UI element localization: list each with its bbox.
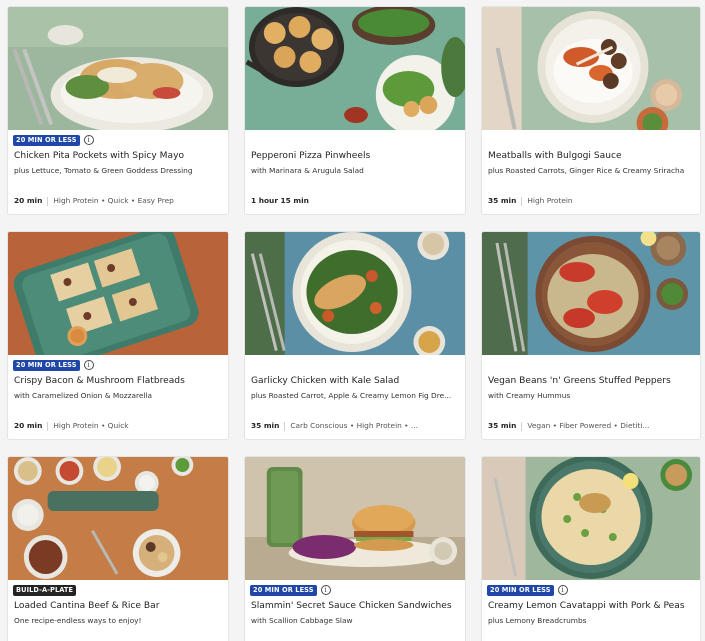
recipe-subtitle: with Creamy Hummus: [488, 391, 571, 400]
recipe-photo: [245, 232, 465, 355]
recipe-info: 20 MIN OR LESS i Creamy Lemon Cavatappi …: [482, 580, 700, 641]
recipe-card[interactable]: 20 MIN OR LESS i Slammin' Secret Sauce C…: [244, 456, 466, 641]
recipe-meta: 35 min High Protein: [488, 196, 696, 206]
cook-time: 1 hour 15 min: [251, 196, 309, 205]
recipe-title[interactable]: Meatballs with Bulgogi Sauce: [488, 150, 696, 162]
recipe-card[interactable]: Vegan Beans 'n' Greens Stuffed Peppers w…: [481, 231, 701, 440]
recipe-photo: [8, 457, 228, 580]
recipe-info: Pepperoni Pizza Pinwheels with Marinara …: [245, 130, 465, 214]
recipe-info: BUILD-A-PLATE Loaded Cantina Beef & Rice…: [8, 580, 228, 641]
recipe-title[interactable]: Crispy Bacon & Mushroom Flatbreads: [14, 375, 224, 387]
quick-badge: 20 MIN OR LESS: [487, 584, 554, 596]
badge-row: 20 MIN OR LESS i: [250, 584, 331, 596]
recipe-tags: Carb Conscious • High Protein • ...: [290, 421, 418, 430]
info-icon[interactable]: i: [557, 585, 568, 595]
recipe-tags: High Protein • Quick: [53, 421, 129, 430]
recipe-title[interactable]: Vegan Beans 'n' Greens Stuffed Peppers: [488, 375, 696, 387]
recipe-title[interactable]: Creamy Lemon Cavatappi with Pork & Peas: [488, 600, 696, 612]
recipe-subtitle: plus Lemony Breadcrumbs: [488, 616, 587, 625]
recipe-subtitle: with Caramelized Onion & Mozzarella: [14, 391, 153, 400]
recipe-subtitle: One recipe-endless ways to enjoy!: [14, 616, 142, 625]
meta-divider: [521, 421, 523, 431]
cook-time: 35 min: [251, 421, 280, 430]
recipe-subtitle: plus Lettuce, Tomato & Green Goddess Dre…: [14, 166, 193, 175]
recipe-meta: 1 hour 15 min: [251, 196, 461, 206]
cook-time: 35 min: [488, 196, 517, 205]
recipe-photo: [245, 7, 465, 130]
recipe-subtitle: with Marinara & Arugula Salad: [251, 166, 364, 175]
recipe-info: Vegan Beans 'n' Greens Stuffed Peppers w…: [482, 355, 700, 439]
recipe-meta: 35 min Carb Conscious • High Protein • .…: [251, 421, 461, 431]
recipe-title[interactable]: Slammin' Secret Sauce Chicken Sandwiches: [251, 600, 461, 612]
recipe-card[interactable]: 20 MIN OR LESS i Chicken Pita Pockets wi…: [7, 6, 229, 215]
info-icon[interactable]: i: [320, 585, 331, 595]
recipe-card[interactable]: Pepperoni Pizza Pinwheels with Marinara …: [244, 6, 466, 215]
recipe-info: 20 MIN OR LESS i Crispy Bacon & Mushroom…: [8, 355, 228, 439]
badge-row: 20 MIN OR LESS i: [13, 359, 94, 371]
info-icon[interactable]: i: [83, 360, 94, 370]
recipe-title[interactable]: Loaded Cantina Beef & Rice Bar: [14, 600, 224, 612]
recipe-title[interactable]: Garlicky Chicken with Kale Salad: [251, 375, 461, 387]
recipe-meta: 20 min High Protein • Quick • Easy Prep: [14, 196, 224, 206]
recipe-card[interactable]: 20 MIN OR LESS i Crispy Bacon & Mushroom…: [7, 231, 229, 440]
recipe-info: 20 MIN OR LESS i Slammin' Secret Sauce C…: [245, 580, 465, 641]
recipe-subtitle: plus Roasted Carrots, Ginger Rice & Crea…: [488, 166, 685, 175]
recipe-photo: [8, 7, 228, 130]
meta-divider: [47, 421, 49, 431]
recipe-photo: [482, 457, 700, 580]
recipe-info: Meatballs with Bulgogi Sauce plus Roaste…: [482, 130, 700, 214]
recipe-photo: [245, 457, 465, 580]
recipe-tags: High Protein • Quick • Easy Prep: [53, 196, 174, 205]
quick-badge: 20 MIN OR LESS: [250, 584, 317, 596]
recipe-card[interactable]: Garlicky Chicken with Kale Salad plus Ro…: [244, 231, 466, 440]
recipe-info: Garlicky Chicken with Kale Salad plus Ro…: [245, 355, 465, 439]
recipe-card[interactable]: BUILD-A-PLATE Loaded Cantina Beef & Rice…: [7, 456, 229, 641]
badge-row: BUILD-A-PLATE: [13, 584, 77, 596]
recipe-subtitle: with Scallion Cabbage Slaw: [251, 616, 353, 625]
recipe-photo: [482, 7, 700, 130]
recipe-meta: 20 min High Protein • Quick: [14, 421, 224, 431]
cook-time: 20 min: [14, 421, 43, 430]
recipe-photo: [8, 232, 228, 355]
cook-time: 35 min: [488, 421, 517, 430]
recipe-title[interactable]: Pepperoni Pizza Pinwheels: [251, 150, 461, 162]
recipe-tags: High Protein: [527, 196, 573, 205]
quick-badge: 20 MIN OR LESS: [13, 134, 80, 146]
badge-row: 20 MIN OR LESS i: [487, 584, 568, 596]
recipe-tags: Vegan • Fiber Powered • Dietiti...: [527, 421, 650, 430]
recipe-info: 20 MIN OR LESS i Chicken Pita Pockets wi…: [8, 130, 228, 214]
meta-divider: [521, 196, 523, 206]
recipe-photo: [482, 232, 700, 355]
badge-row: 20 MIN OR LESS i: [13, 134, 94, 146]
recipe-card[interactable]: Meatballs with Bulgogi Sauce plus Roaste…: [481, 6, 701, 215]
recipe-title[interactable]: Chicken Pita Pockets with Spicy Mayo: [14, 150, 224, 162]
meta-divider: [47, 196, 49, 206]
recipe-card[interactable]: 20 MIN OR LESS i Creamy Lemon Cavatappi …: [481, 456, 701, 641]
recipe-subtitle: plus Roasted Carrot, Apple & Creamy Lemo…: [251, 391, 452, 400]
recipe-meta: 35 min Vegan • Fiber Powered • Dietiti..…: [488, 421, 696, 431]
quick-badge: 20 MIN OR LESS: [13, 359, 80, 371]
build-a-plate-badge: BUILD-A-PLATE: [13, 584, 77, 596]
info-icon[interactable]: i: [83, 135, 94, 145]
meta-divider: [284, 421, 286, 431]
recipe-grid: 20 MIN OR LESS i Chicken Pita Pockets wi…: [7, 6, 701, 641]
cook-time: 20 min: [14, 196, 43, 205]
